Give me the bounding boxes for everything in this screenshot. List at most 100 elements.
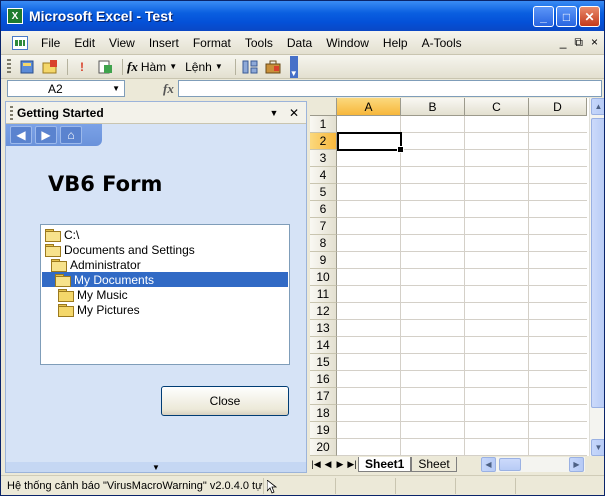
home-icon[interactable]: ⌂ (60, 126, 82, 144)
menu-tools[interactable]: Tools (238, 36, 280, 50)
column-header[interactable]: D (529, 98, 587, 116)
row-header[interactable]: 16 (310, 371, 337, 388)
workbook-minimize-button[interactable]: _ (560, 35, 567, 50)
row-header[interactable]: 8 (310, 235, 337, 252)
row-header[interactable]: 14 (310, 337, 337, 354)
tree-item-label: C:\ (64, 227, 80, 242)
tree-item-my-pictures[interactable]: My Pictures (58, 302, 140, 317)
menu-help[interactable]: Help (376, 36, 415, 50)
row-header[interactable]: 17 (310, 388, 337, 405)
horizontal-scrollbar[interactable]: ◀ ▶ (481, 457, 585, 472)
row-header[interactable]: 10 (310, 269, 337, 286)
chevron-down-icon: ▼ (214, 62, 223, 71)
row-header[interactable]: 3 (310, 150, 337, 167)
scrollbar-thumb[interactable] (591, 118, 604, 408)
name-box[interactable]: A2 ▼ (7, 80, 125, 97)
row-header[interactable]: 7 (310, 218, 337, 235)
task-pane-menu-icon[interactable]: ▼ (266, 108, 282, 118)
row-header[interactable]: 6 (310, 201, 337, 218)
back-icon[interactable]: ◀ (10, 126, 32, 144)
row-header[interactable]: 1 (310, 116, 337, 133)
workbook-restore-button[interactable]: ⧉ (574, 35, 583, 50)
menu-file[interactable]: File (34, 36, 67, 50)
database-icon[interactable] (17, 57, 37, 77)
scrollbar-thumb[interactable] (499, 458, 521, 471)
spreadsheet-grid[interactable]: A B C D 1 2 3 4 5 6 7 8 9 10 11 12 13 14 15 16 17 18 19 20 … (310, 98, 604, 473)
status-panel (515, 477, 575, 494)
scroll-up-icon[interactable]: ▲ (591, 98, 604, 115)
menu-a-tools[interactable]: A-Tools (415, 36, 469, 50)
task-pane-grip[interactable] (10, 105, 13, 120)
workbook-icon[interactable] (12, 35, 28, 50)
close-button[interactable]: Close (161, 386, 289, 416)
menu-window[interactable]: Window (319, 36, 376, 50)
tree-item-label: My Music (77, 287, 128, 302)
row-header[interactable]: 18 (310, 405, 337, 422)
scroll-left-icon[interactable]: ◀ (481, 457, 496, 472)
row-header[interactable]: 12 (310, 303, 337, 320)
scroll-down-icon[interactable]: ▼ (591, 439, 604, 456)
prev-sheet-icon[interactable]: ◀ (322, 459, 334, 470)
row-header[interactable]: 5 (310, 184, 337, 201)
menu-edit[interactable]: Edit (67, 36, 102, 50)
workbook-controls: _ ⧉ × (560, 35, 598, 50)
tree-item-c-drive[interactable]: C:\ (45, 227, 79, 242)
row-header[interactable]: 11 (310, 286, 337, 303)
tree-item-my-music[interactable]: My Music (58, 287, 128, 302)
workbook-close-button[interactable]: × (591, 35, 598, 50)
select-all-corner[interactable] (310, 98, 337, 116)
menu-view[interactable]: View (102, 36, 142, 50)
document-tool-icon[interactable] (95, 57, 115, 77)
scroll-right-icon[interactable]: ▶ (569, 457, 584, 472)
menu-format[interactable]: Format (186, 36, 238, 50)
next-sheet-icon[interactable]: ▶ (334, 459, 346, 470)
cell-grid[interactable] (337, 116, 587, 456)
vertical-scrollbar[interactable]: ▲ ▼ (589, 98, 604, 456)
layout-tool-icon[interactable] (240, 57, 260, 77)
chevron-down-icon[interactable]: ▼ (112, 84, 120, 93)
ham-dropdown[interactable]: fx Hàm ▼ (127, 59, 177, 75)
lenh-dropdown[interactable]: Lệnh ▼ (185, 60, 223, 74)
column-header[interactable]: C (465, 98, 529, 116)
tree-item-my-documents[interactable]: My Documents (42, 272, 288, 287)
insert-function-icon[interactable]: fx (163, 81, 174, 97)
column-header[interactable]: A (337, 98, 401, 116)
folder-tree[interactable]: C:\ Documents and Settings Administrator… (40, 224, 290, 365)
sheet-tab[interactable]: Sheet (411, 457, 457, 472)
forward-icon[interactable]: ▶ (35, 126, 57, 144)
last-sheet-icon[interactable]: ▶| (346, 459, 358, 470)
active-cell[interactable] (337, 132, 404, 153)
formula-input[interactable] (178, 80, 602, 97)
tree-item-administrator[interactable]: Administrator (51, 257, 141, 272)
minimize-button[interactable]: _ (533, 6, 554, 27)
tree-item-label: My Pictures (77, 302, 140, 317)
sheet-tab[interactable]: Sheet1 (358, 457, 412, 472)
toolbar-options-icon[interactable]: ▼ (289, 55, 298, 78)
row-header[interactable]: 4 (310, 167, 337, 184)
first-sheet-icon[interactable]: |◀ (310, 459, 322, 470)
window-controls: _ □ ✕ (533, 6, 600, 27)
task-pane-close-icon[interactable]: ✕ (286, 106, 302, 120)
row-header[interactable]: 2 (310, 133, 337, 150)
maximize-button[interactable]: □ (556, 6, 577, 27)
toolbar-grip[interactable] (7, 58, 11, 75)
exclamation-icon[interactable]: ! (72, 57, 92, 77)
folder-tool-icon[interactable] (40, 57, 60, 77)
row-header[interactable]: 20 (310, 439, 337, 456)
row-header[interactable]: 13 (310, 320, 337, 337)
excel-app-icon[interactable]: X (7, 8, 23, 24)
menu-insert[interactable]: Insert (142, 36, 186, 50)
briefcase-tool-icon[interactable] (263, 57, 283, 77)
row-header[interactable]: 19 (310, 422, 337, 439)
close-window-button[interactable]: ✕ (579, 6, 600, 27)
title-bar: X Microsoft Excel - Test _ □ ✕ (1, 1, 604, 31)
tree-item-label: Documents and Settings (64, 242, 195, 257)
folder-open-icon (55, 273, 71, 287)
menu-data[interactable]: Data (280, 36, 319, 50)
column-header[interactable]: B (401, 98, 465, 116)
folder-icon (58, 288, 74, 302)
tree-item-documents-and-settings[interactable]: Documents and Settings (45, 242, 195, 257)
row-header[interactable]: 15 (310, 354, 337, 371)
row-header[interactable]: 9 (310, 252, 337, 269)
scroll-down-icon[interactable]: ▼ (6, 462, 306, 472)
